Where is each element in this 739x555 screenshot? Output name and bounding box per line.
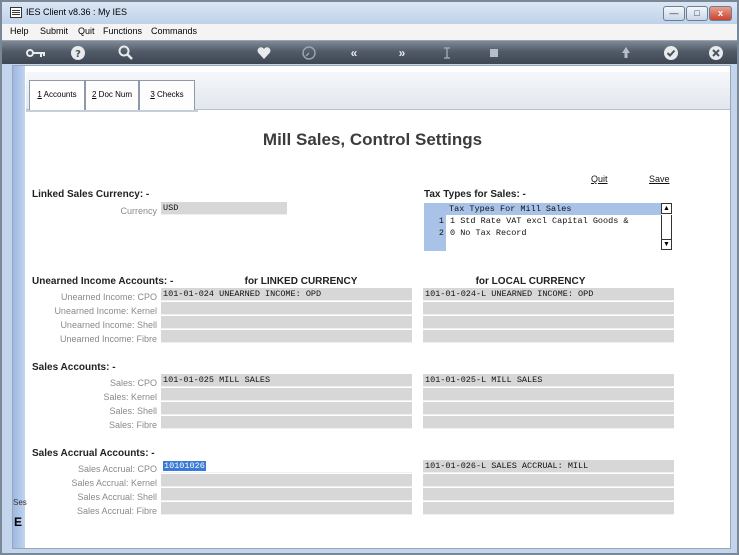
sales-shell-local-field[interactable]: [423, 402, 674, 415]
quit-link[interactable]: Quit: [591, 174, 608, 184]
maximize-button[interactable]: □: [686, 6, 708, 21]
toolbar: ? « »: [2, 40, 737, 64]
page-title: Mill Sales, Control Settings: [262, 130, 483, 149]
side-stub-text: Ses: [13, 498, 27, 507]
sales-accrual-kernel-label: Sales Accrual: Kernel: [71, 478, 157, 488]
unearned-income-cpo-local-field[interactable]: 101-01-024-L UNEARNED INCOME: OPD: [423, 288, 674, 301]
scroll-down-arrow-icon[interactable]: ▼: [661, 239, 672, 250]
sales-cpo-local-field[interactable]: 101-01-025-L MILL SALES: [423, 374, 674, 387]
unearned-income-shell-label: Unearned Income: Shell: [60, 320, 157, 330]
sales-cpo-linked-field[interactable]: 101-01-025 MILL SALES: [161, 374, 412, 387]
unearned-income-cpo-label: Unearned Income: CPO: [60, 292, 157, 302]
unearned-income-fibre-local-field[interactable]: [423, 330, 674, 343]
sales-accrual-fibre-local-field[interactable]: [423, 502, 674, 515]
unearned-income-kernel-linked-field[interactable]: [161, 302, 412, 315]
menu-quit[interactable]: Quit: [78, 26, 95, 36]
unearned-income-kernel-local-field[interactable]: [423, 302, 674, 315]
tax-row-number: 2: [424, 227, 446, 239]
sales-accrual-shell-local-field[interactable]: [423, 488, 674, 501]
tax-row-gutter: [424, 239, 446, 251]
sales-accrual-shell-linked-field[interactable]: [161, 488, 412, 501]
tab-checks[interactable]: 3 Checks: [139, 80, 195, 110]
app-icon: [10, 7, 22, 18]
tab-accounts[interactable]: 1 Accounts: [29, 80, 85, 110]
tab-underline: [26, 110, 198, 112]
menu-functions[interactable]: Functions: [103, 26, 142, 36]
key-icon[interactable]: [26, 45, 46, 61]
sales-accrual-cpo-local-field[interactable]: 101-01-026-L SALES ACCRUAL: MILL: [423, 460, 674, 473]
tax-row-text: 0 No Tax Record: [450, 228, 527, 238]
unearned-income-shell-local-field[interactable]: [423, 316, 674, 329]
sales-fibre-local-field[interactable]: [423, 416, 674, 429]
menu-commands[interactable]: Commands: [151, 26, 197, 36]
scrollbar-track[interactable]: [661, 215, 672, 239]
fast-forward-icon[interactable]: »: [394, 45, 410, 61]
unearned-income-shell-linked-field[interactable]: [161, 316, 412, 329]
close-window-button[interactable]: x: [709, 6, 732, 21]
unearned-income-heading: Unearned Income Accounts: -: [32, 276, 174, 287]
tax-row-number: 1: [424, 215, 446, 227]
currency-label: Currency: [120, 206, 157, 216]
sales-kernel-local-field[interactable]: [423, 388, 674, 401]
local-currency-column-header: for LOCAL CURRENCY: [475, 276, 586, 287]
rewind-icon[interactable]: «: [346, 45, 362, 61]
linked-currency-column-header: for LINKED CURRENCY: [244, 276, 358, 287]
app-window: IES Client v8.36 : My IES — □ x Help Sub…: [0, 0, 739, 555]
tax-types-list[interactable]: Tax Types For Mill Sales 1 1 Std Rate VA…: [424, 203, 673, 251]
form-panel: Ses E 1 Accounts 2 Doc Num 3 Checks Mill…: [12, 65, 731, 549]
sales-accounts-heading: Sales Accounts: -: [32, 362, 116, 373]
close-icon[interactable]: [708, 45, 724, 61]
text-cursor-icon[interactable]: [439, 45, 455, 61]
heart-icon[interactable]: [256, 45, 272, 61]
sales-kernel-label: Sales: Kernel: [103, 392, 157, 402]
minimize-button[interactable]: —: [663, 6, 685, 21]
check-icon[interactable]: [663, 45, 679, 61]
tab-doc-num[interactable]: 2 Doc Num: [85, 80, 139, 110]
sales-kernel-linked-field[interactable]: [161, 388, 412, 401]
svg-text:?: ?: [75, 49, 81, 60]
tax-types-heading: Tax Types for Sales: -: [424, 189, 526, 200]
sales-accrual-cpo-linked-field[interactable]: 10101026: [161, 460, 412, 473]
menu-submit[interactable]: Submit: [40, 26, 68, 36]
title-bar: IES Client v8.36 : My IES — □ x: [2, 2, 737, 24]
list-item[interactable]: 2 0 No Tax Record: [424, 227, 661, 239]
clock-icon[interactable]: [301, 45, 317, 61]
tab-bar: 1 Accounts 2 Doc Num 3 Checks: [26, 72, 730, 110]
sales-shell-linked-field[interactable]: [161, 402, 412, 415]
menu-bar: Help Submit Quit Functions Commands: [2, 24, 737, 40]
sales-shell-label: Sales: Shell: [109, 406, 157, 416]
menu-help[interactable]: Help: [10, 26, 29, 36]
currency-field[interactable]: USD: [161, 202, 287, 215]
scroll-up-arrow-icon[interactable]: ▲: [661, 203, 672, 214]
help-icon[interactable]: ?: [70, 45, 86, 61]
sales-fibre-linked-field[interactable]: [161, 416, 412, 429]
tax-list-header: Tax Types For Mill Sales: [424, 203, 661, 215]
recycle-icon[interactable]: [618, 45, 634, 61]
sales-accrual-kernel-linked-field[interactable]: [161, 474, 412, 487]
save-link[interactable]: Save: [649, 174, 670, 184]
sales-accrual-fibre-linked-field[interactable]: [161, 502, 412, 515]
unearned-income-cpo-linked-field[interactable]: 101-01-024 UNEARNED INCOME: OPD: [161, 288, 412, 301]
unearned-income-fibre-linked-field[interactable]: [161, 330, 412, 343]
search-icon[interactable]: [118, 45, 134, 61]
window-title: IES Client v8.36 : My IES: [26, 7, 128, 17]
tax-row-text: 1 Std Rate VAT excl Capital Goods &: [450, 216, 629, 226]
stop-icon[interactable]: [486, 45, 502, 61]
sales-accrual-shell-label: Sales Accrual: Shell: [77, 492, 157, 502]
unearned-income-fibre-label: Unearned Income: Fibre: [59, 334, 157, 344]
sales-accrual-heading: Sales Accrual Accounts: -: [32, 448, 155, 459]
sales-accrual-cpo-label: Sales Accrual: CPO: [77, 464, 157, 474]
sales-accrual-kernel-local-field[interactable]: [423, 474, 674, 487]
linked-currency-heading: Linked Sales Currency: -: [32, 189, 150, 200]
sales-cpo-label: Sales: CPO: [109, 378, 157, 388]
sales-accrual-fibre-label: Sales Accrual: Fibre: [76, 506, 157, 516]
side-stub-text: E: [14, 515, 23, 529]
unearned-income-kernel-label: Unearned Income: Kernel: [54, 306, 157, 316]
sales-fibre-label: Sales: Fibre: [108, 420, 157, 430]
selected-text: 10101026: [163, 461, 206, 471]
list-item[interactable]: 1 1 Std Rate VAT excl Capital Goods &: [424, 215, 661, 227]
